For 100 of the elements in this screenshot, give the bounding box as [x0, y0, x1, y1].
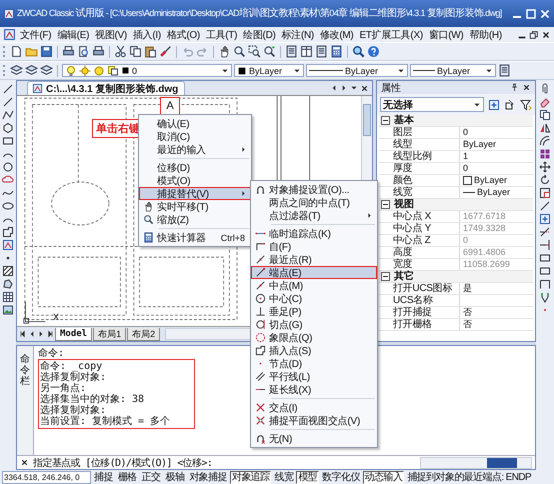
search-icon[interactable]	[352, 45, 365, 58]
menu-item[interactable]: 绘图(D)	[241, 28, 278, 42]
status-toggle-button[interactable]: 线宽	[272, 470, 296, 484]
restore-icon[interactable]	[529, 30, 539, 40]
menu-item[interactable]: 中点(M)	[251, 279, 377, 292]
collapse-icon[interactable]	[381, 200, 390, 209]
ellipse-icon[interactable]	[2, 200, 14, 212]
menu-item[interactable]: 帮助(H)	[467, 28, 504, 42]
selection-dropdown[interactable]: 无选择	[380, 97, 484, 112]
array-icon[interactable]	[539, 148, 551, 160]
property-value[interactable]: 否	[463, 319, 472, 330]
brush-icon[interactable]	[159, 45, 172, 58]
menu-item[interactable]: 节点(D)	[251, 357, 377, 370]
property-value[interactable]: 11058.2699	[463, 259, 510, 270]
sheet-icon[interactable]	[285, 45, 298, 58]
status-toggle-button[interactable]: 栅格	[116, 470, 139, 484]
menu-item[interactable]: 两点之间的中点(T)	[251, 196, 377, 209]
scroll-left-icon[interactable]	[330, 84, 338, 92]
menu-item[interactable]: 垂足(P)	[251, 305, 377, 318]
menu-item[interactable]: ET扩展工具(X)	[357, 28, 425, 42]
maximize-icon[interactable]	[525, 8, 537, 20]
line-icon[interactable]	[2, 83, 14, 95]
status-toggle-button[interactable]: 正交	[140, 470, 162, 484]
sheet-icon[interactable]	[498, 64, 511, 77]
region-icon[interactable]	[2, 278, 14, 290]
move-icon[interactable]	[539, 161, 551, 173]
property-value[interactable]: ByLayer	[474, 175, 508, 186]
menu-item[interactable]: 中心(C)	[251, 292, 377, 305]
menu-item[interactable]: 修改(M)	[318, 28, 356, 42]
block-icon[interactable]	[2, 239, 14, 251]
trim-icon[interactable]	[539, 226, 551, 238]
filter-icon[interactable]	[520, 98, 532, 110]
menu-item[interactable]: 切点(G)	[251, 318, 377, 331]
property-value[interactable]: 是	[463, 283, 472, 294]
status-toggle-button[interactable]: 对象捕捉	[187, 470, 229, 484]
close-icon[interactable]	[20, 458, 29, 467]
property-value[interactable]: 0	[463, 163, 468, 174]
quick-select-icon[interactable]	[504, 98, 516, 110]
menu-item[interactable]: 插入点(S)	[251, 344, 377, 357]
polygon-icon[interactable]	[2, 122, 14, 134]
property-value[interactable]: ByLayer	[477, 187, 510, 198]
property-value[interactable]: 6991.4806	[463, 247, 506, 258]
menu-item[interactable]: 交点(I)	[251, 401, 377, 414]
layers-icon[interactable]	[40, 64, 53, 77]
menu-item[interactable]: 延长线(X)	[251, 383, 377, 396]
zoom-previous-icon[interactable]	[263, 45, 276, 58]
save-icon[interactable]	[40, 45, 53, 58]
property-value[interactable]: 否	[463, 307, 472, 318]
hatch-icon[interactable]	[2, 265, 14, 277]
close-icon[interactable]	[522, 83, 531, 92]
polyline-icon[interactable]	[2, 109, 14, 121]
printer-icon[interactable]	[92, 45, 105, 58]
copy-icon[interactable]	[129, 45, 142, 58]
print-icon[interactable]	[62, 45, 75, 58]
menu-item[interactable]: 最近点(R)	[251, 253, 377, 266]
property-value[interactable]: 1	[463, 151, 468, 162]
fillet-icon[interactable]	[539, 291, 551, 303]
color-dropdown[interactable]: ByLayer	[234, 64, 304, 77]
extend-icon[interactable]	[539, 239, 551, 251]
last-tab-icon[interactable]	[46, 330, 54, 338]
layer-dropdown[interactable]: 0	[62, 64, 232, 77]
menu-item[interactable]: 文件(F)	[18, 28, 54, 42]
select-icon[interactable]	[539, 213, 551, 225]
scale-icon[interactable]	[539, 187, 551, 199]
menu-item[interactable]: 临时追踪点(K)	[251, 227, 377, 240]
copy-icon[interactable]	[539, 109, 551, 121]
eraser-icon[interactable]	[539, 96, 551, 108]
layout-tab[interactable]: Model	[55, 328, 92, 340]
mirror-icon[interactable]	[539, 122, 551, 134]
hand-icon[interactable]	[218, 45, 231, 58]
layout-tab[interactable]: 布局1	[93, 328, 126, 340]
menu-item[interactable]: 缩放(Z)	[139, 213, 251, 226]
menu-item[interactable]: 实时平移(T)	[139, 200, 251, 213]
menu-item[interactable]: 自(F)	[251, 240, 377, 253]
close-icon[interactable]	[360, 84, 369, 92]
print-preview-icon[interactable]	[77, 45, 90, 58]
close-icon[interactable]	[541, 30, 551, 40]
paste-icon[interactable]	[144, 45, 157, 58]
circle-icon[interactable]	[2, 161, 14, 173]
menu-item[interactable]: 平行线(L)	[251, 370, 377, 383]
rectangle-icon[interactable]	[2, 135, 14, 147]
table-icon[interactable]	[2, 291, 14, 303]
image-icon[interactable]	[2, 304, 14, 316]
scroll-right-icon[interactable]	[340, 84, 348, 92]
previous-tab-icon[interactable]	[28, 330, 36, 338]
linetype-dropdown[interactable]: ByLayer	[306, 64, 408, 77]
horizontal-scrollbar[interactable]	[420, 456, 532, 468]
cut-icon[interactable]	[114, 45, 127, 58]
menu-item[interactable]: 快速计算器 Ctrl+8	[139, 231, 251, 244]
layers-icon[interactable]	[25, 64, 38, 77]
menu-item[interactable]: 最近的输入	[139, 143, 251, 156]
status-toggle-button[interactable]: 对象追踪	[230, 470, 272, 484]
layout-tab[interactable]: 布局2	[127, 328, 160, 340]
status-toggle-button[interactable]: 数字化仪	[320, 470, 362, 484]
menu-item[interactable]: 点过滤器(T)	[251, 209, 377, 222]
menu-item[interactable]: 插入(I)	[130, 28, 163, 42]
first-tab-icon[interactable]	[19, 330, 27, 338]
menu-item[interactable]: 视图(V)	[93, 28, 129, 42]
calculator-icon[interactable]	[330, 45, 343, 58]
menu-item[interactable]: 对象捕捉设置(O)...	[251, 183, 377, 196]
